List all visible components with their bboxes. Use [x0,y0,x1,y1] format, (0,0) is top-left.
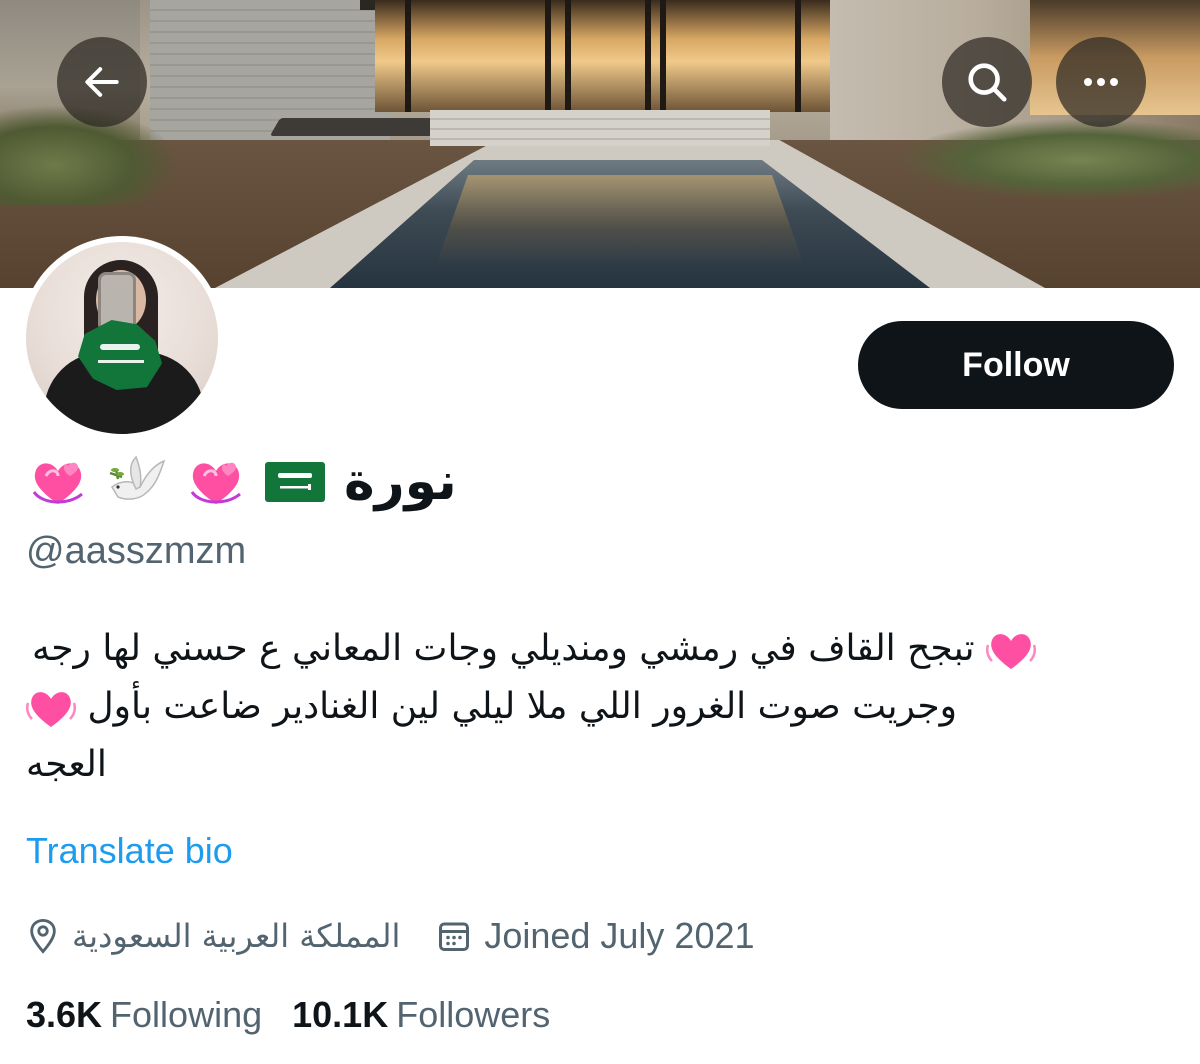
bio-line: العجه [26,736,107,794]
profile-banner[interactable] [0,0,1200,288]
followers-count[interactable]: 10.1K [292,994,388,1036]
back-button[interactable] [57,37,147,127]
bio-line: تبجح القاف في رمشي ومنديلي وجات المعاني … [32,620,1036,678]
avatar-photo [26,242,218,434]
location-item: المملكة العربية السعودية [26,917,400,955]
revolving-hearts-emoji [190,462,241,504]
banner-windows [375,0,845,112]
more-horizontal-icon [1084,78,1118,86]
bio-line-text: وجريت صوت الغرور اللي ملا ليلي لين الغنا… [87,686,957,727]
joined-item: Joined July 2021 [436,915,755,957]
calendar-icon [439,922,470,951]
translate-bio-link[interactable]: Translate bio [26,830,233,872]
revolving-hearts-emoji [32,462,83,504]
bio-line-text: تبجح القاف في رمشي ومنديلي وجات المعاني … [32,628,975,669]
location-pin-icon [30,918,56,954]
follow-button[interactable]: Follow [858,321,1174,409]
username-handle: @aasszmzm [26,530,247,572]
profile-stats: 3.6K Following 10.1K Followers [26,994,580,1036]
arrow-left-icon [85,67,119,97]
bio-line-text: العجه [26,744,107,785]
dove-emoji [109,455,166,500]
growing-heart-emoji [985,634,1036,669]
following-count[interactable]: 3.6K [26,994,102,1036]
growing-heart-emoji [26,692,76,727]
joined-text: Joined July 2021 [484,915,755,956]
following-label[interactable]: Following [110,994,262,1036]
more-button[interactable] [1056,37,1146,127]
location-text: المملكة العربية السعودية [72,917,401,955]
display-name-text: نورة [344,452,457,512]
display-name: نورة [28,446,457,518]
avatar[interactable] [20,236,224,440]
search-icon [968,63,1007,102]
profile-meta: المملكة العربية السعودية Joined July 202… [26,908,791,964]
banner-plants-right [900,120,1200,200]
search-button[interactable] [942,37,1032,127]
followers-label[interactable]: Followers [396,994,550,1036]
bio-line: وجريت صوت الغرور اللي ملا ليلي لين الغنا… [26,678,957,736]
banner-reflection [436,175,804,265]
saudi-flag-emoji [265,462,325,502]
banner-stairs [430,110,770,146]
